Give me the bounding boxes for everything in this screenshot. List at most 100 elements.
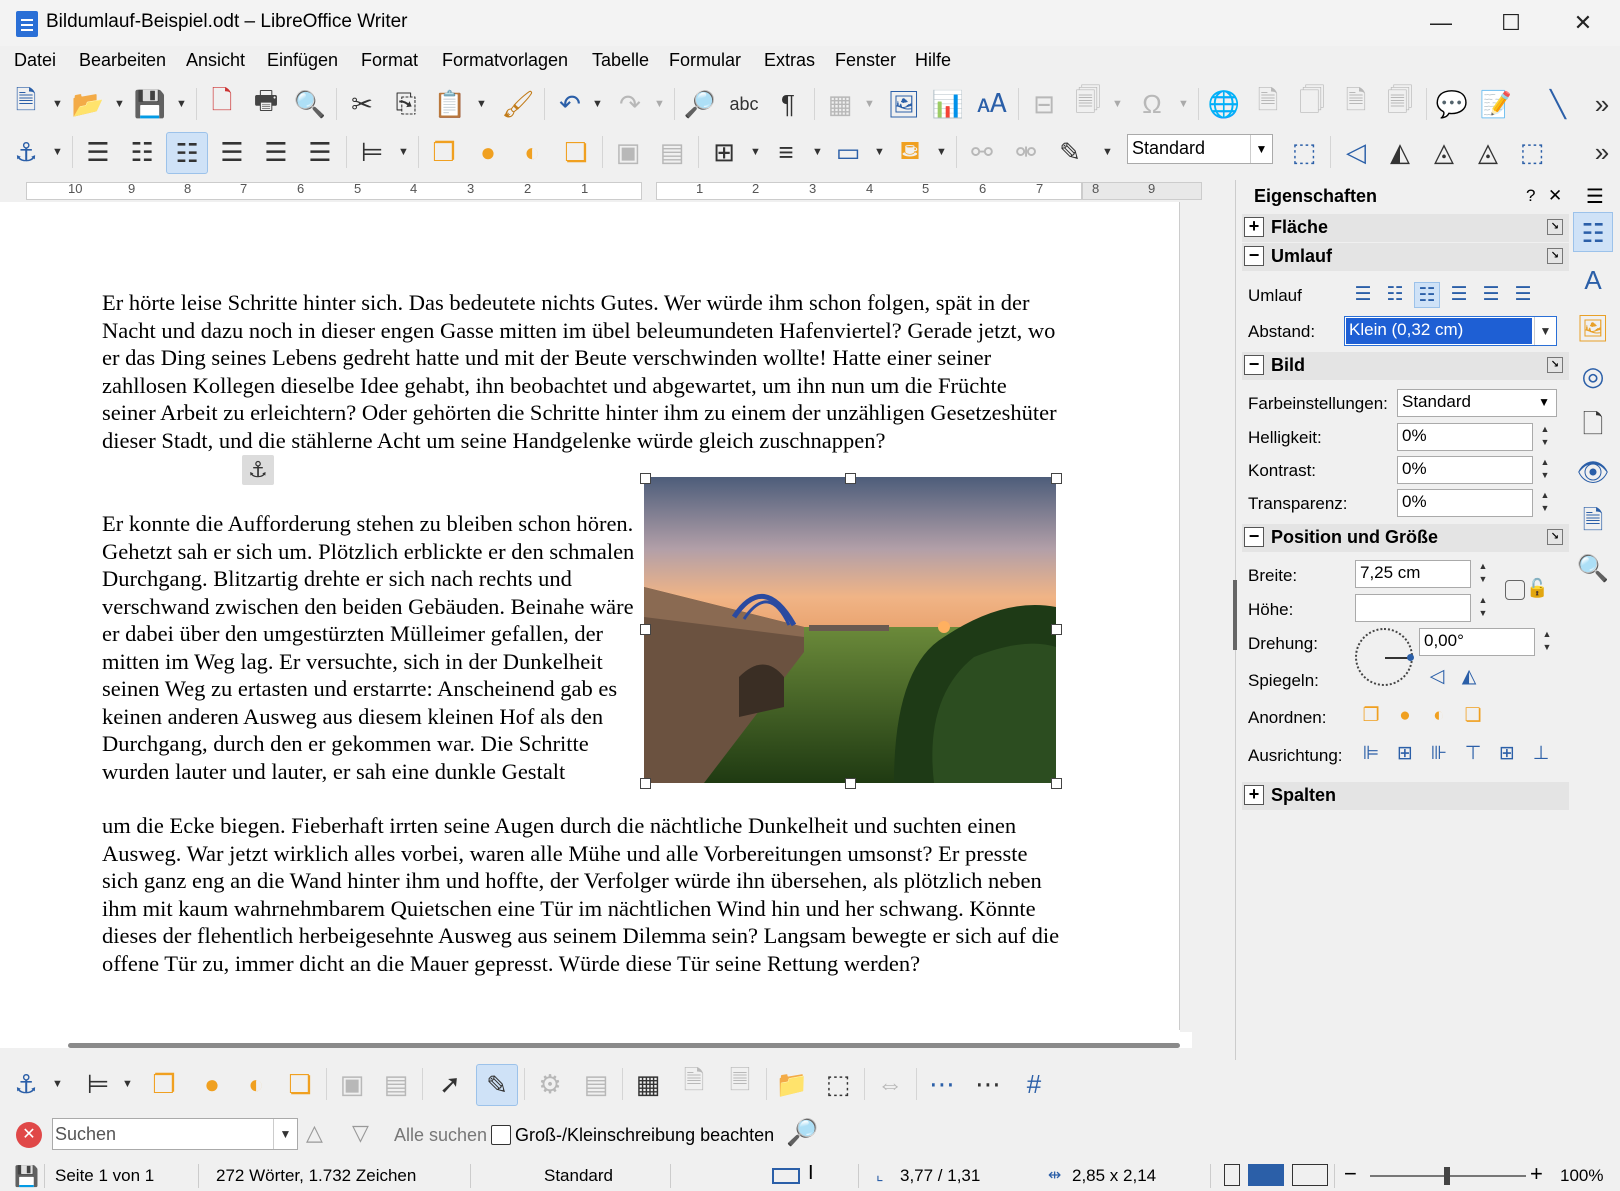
align-left-icon[interactable]: ⊫ [1358,741,1384,767]
find-all-button[interactable]: Alle suchen [394,1125,487,1146]
crop-icon[interactable]: ⬚ [1514,134,1550,170]
position-size-icon[interactable]: ⇔ [872,1066,908,1102]
more-options-icon[interactable]: ↘ [1547,248,1563,264]
to-background-icon[interactable]: ▤ [378,1066,414,1102]
paste-icon[interactable]: 📋 [432,86,468,122]
print-icon[interactable]: 🖶 [248,85,284,122]
rotate-right-icon[interactable]: ◬ [1470,134,1506,170]
resize-handle[interactable] [640,473,651,484]
minimize-button[interactable]: — [1418,8,1464,38]
sidebar-close-button[interactable]: ✕ [1548,186,1562,206]
redo-dropdown[interactable]: ▼ [654,98,665,110]
send-to-back-icon[interactable]: ❏ [558,134,594,170]
find-next-icon[interactable]: ▽ [352,1120,369,1146]
match-case-checkbox[interactable] [491,1125,511,1145]
select-pointer-icon[interactable]: ➚ [432,1066,468,1102]
border-color-icon[interactable]: ▭ [830,134,866,170]
anchor-dropdown[interactable]: ▼ [52,146,63,158]
export-pdf-icon[interactable]: 🗋 [204,85,240,122]
new-document-icon[interactable]: 🗎 [8,85,44,122]
insert-comment-icon[interactable]: 💬 [1434,86,1470,122]
wrap-parallel-icon[interactable]: ☷ [124,134,160,170]
insert-pagebreak-icon[interactable]: ⊟ [1026,86,1062,122]
wrap-left-icon[interactable]: ☰ [214,134,250,170]
vertical-scrollbar[interactable] [1180,202,1192,1032]
to-foreground-icon[interactable]: ▣ [334,1066,370,1102]
navigator-tab-icon[interactable]: ◎ [1573,356,1613,396]
special-char-dropdown[interactable]: ▼ [1178,98,1189,110]
find-replace-icon[interactable]: 🔎 [786,1117,818,1148]
align-top-icon[interactable]: ⊤ [1460,741,1486,767]
open-folder-icon[interactable]: 📂 [70,86,106,122]
more-options-icon[interactable]: ↘ [1547,357,1563,373]
menu-datei[interactable]: Datei [14,50,56,71]
wrap-none-icon[interactable]: ☰ [1350,282,1376,308]
drehung-input[interactable]: 0,00° [1419,628,1535,656]
bring-to-front-icon[interactable]: ❐ [1358,703,1384,729]
menu-extras[interactable]: Extras [764,50,815,71]
single-page-view-icon[interactable] [1224,1164,1240,1186]
wrap-through-icon[interactable]: ☰ [1510,282,1536,308]
insert-endnote-icon[interactable]: 🗍 [1294,85,1330,122]
zoom-in-icon[interactable]: + [1530,1161,1543,1187]
lock-icon[interactable]: 🔓 [1526,578,1548,599]
table-dropdown[interactable]: ▼ [864,98,875,110]
rotation-dial[interactable] [1355,628,1414,686]
anchor-icon[interactable]: ⚓ [8,134,44,170]
menu-hilfe[interactable]: Hilfe [915,50,951,71]
send-to-back-icon[interactable]: ❏ [282,1066,318,1102]
search-input[interactable]: Suchen ▼ [52,1118,298,1150]
redo-icon[interactable]: ↷ [612,86,648,122]
insert-table-icon[interactable]: ▦ [822,86,858,122]
back-one-icon[interactable]: ◐ [1426,703,1452,729]
find-replace-tab-icon[interactable]: 🔍 [1573,548,1613,588]
edit-image-dropdown[interactable]: ▼ [1102,146,1113,158]
hoehe-input[interactable] [1355,594,1471,622]
insert-footnote-icon[interactable]: 🗎 [1250,85,1286,122]
rotate-left-icon[interactable]: ◬ [1426,134,1462,170]
insert-cross-reference-icon[interactable]: 🗐 [1382,85,1418,122]
undo-dropdown[interactable]: ▼ [592,98,603,110]
sidebar-menu-button[interactable]: ☰ [1586,184,1604,209]
menu-formatvorlagen[interactable]: Formatvorlagen [442,50,568,71]
page-style[interactable]: Standard [544,1166,613,1186]
snap-to-grid-icon[interactable]: ⋯ [970,1066,1006,1102]
zoom-slider-handle[interactable] [1444,1167,1450,1185]
properties-tab-icon[interactable]: ☷ [1573,212,1613,252]
send-to-back-icon[interactable]: ❏ [1460,703,1486,729]
wrap-off-icon[interactable]: ☰ [80,134,116,170]
resize-handle[interactable] [845,778,856,789]
bridge-sunset-image[interactable] [644,477,1056,783]
insert-bookmark-icon[interactable]: 🗎 [1338,85,1374,122]
helplines-icon[interactable]: # [1016,1066,1052,1102]
image-anchor-icon[interactable]: ⚓ [242,455,274,485]
gallery-tab-icon[interactable]: 🖼 [1573,308,1613,348]
open-design-mode-icon[interactable]: 📁 [774,1066,810,1102]
forward-one-icon[interactable]: ● [194,1066,230,1102]
area-fill-dropdown[interactable]: ▼ [936,146,947,158]
hoehe-spinner[interactable]: ▲ ▼ [1473,594,1493,622]
paste-dropdown[interactable]: ▼ [476,98,487,110]
forward-one-icon[interactable]: ● [470,134,506,170]
resize-handle[interactable] [1051,778,1062,789]
add-field-icon[interactable]: 🗏 [722,1065,758,1102]
back-one-icon[interactable]: ◐ [238,1066,274,1102]
spelling-icon[interactable]: abc [726,86,762,122]
styles-tab-icon[interactable]: A [1573,260,1613,300]
align-bottom-icon[interactable]: ⊥ [1528,741,1554,767]
farbeinstellungen-select[interactable]: Standard ▼ [1397,389,1557,417]
keep-ratio-checkbox[interactable] [1505,580,1525,600]
insert-textbox-icon[interactable]: 🗚 [974,86,1010,122]
automatic-control-focus-icon[interactable]: ⬚ [820,1066,856,1102]
activation-order-icon[interactable]: 🗎 [676,1065,712,1102]
align-dropdown[interactable]: ▼ [398,146,409,158]
zoom-out-icon[interactable]: − [1344,1161,1357,1187]
to-foreground-icon[interactable]: ▣ [610,134,646,170]
menu-einfuegen[interactable]: Einfügen [267,50,338,71]
selection-mode-icon[interactable] [772,1168,800,1184]
word-count[interactable]: 272 Wörter, 1.732 Zeichen [216,1166,416,1186]
borders-icon[interactable]: ⊞ [706,134,742,170]
helligkeit-input[interactable]: 0% [1397,423,1533,451]
anchor-dropdown[interactable]: ▼ [52,1078,63,1090]
formatting-marks-icon[interactable]: ¶ [770,86,806,122]
